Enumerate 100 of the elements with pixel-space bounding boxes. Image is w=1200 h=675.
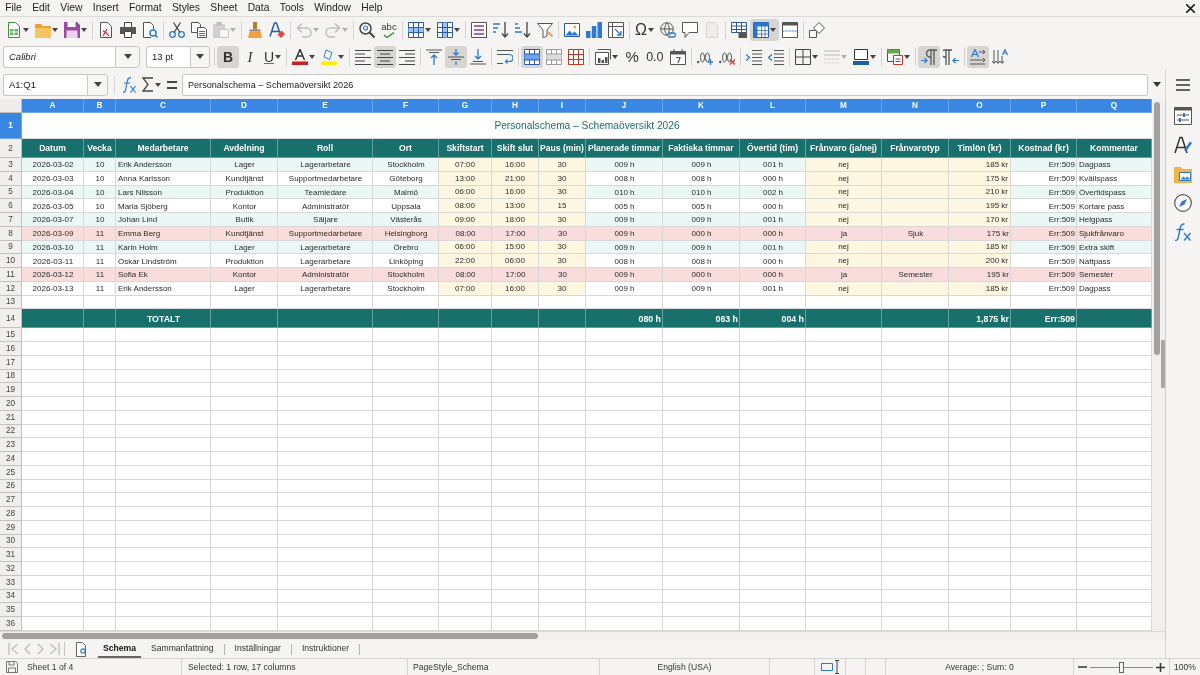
dropdown-button[interactable] [190, 45, 210, 68]
table-cell: nej [806, 199, 882, 213]
freeze-button[interactable] [749, 19, 779, 41]
font-size-field[interactable]: 13 pt [146, 45, 190, 68]
zoom-in-button[interactable] [1156, 661, 1165, 673]
column-header[interactable]: P [1011, 99, 1077, 113]
menu-item[interactable]: Format [123, 0, 167, 16]
add-sheet-button[interactable] [74, 641, 88, 657]
close-icon [1185, 3, 1195, 13]
print-button[interactable] [117, 19, 139, 41]
navigator-button[interactable] [1171, 191, 1195, 215]
column-header[interactable]: L [740, 99, 806, 113]
align-middle-button[interactable] [445, 45, 468, 68]
font-name-field[interactable]: Calibri [3, 45, 115, 68]
vertical-scrollbar[interactable] [1152, 99, 1161, 631]
menu-item[interactable]: Insert [87, 0, 124, 16]
row-header[interactable]: 19 [0, 383, 22, 397]
pivot-table-icon [608, 22, 624, 38]
name-box[interactable]: A1:Q1 [3, 73, 87, 96]
column-header[interactable]: E [278, 99, 373, 113]
save-button[interactable] [61, 19, 90, 41]
column-header[interactable]: D [211, 99, 278, 113]
row-header[interactable]: 15 [0, 328, 22, 342]
row-header[interactable]: 3 [0, 158, 22, 172]
column-header[interactable]: F [373, 99, 439, 113]
floppy-disk-icon [6, 661, 18, 673]
column-header[interactable]: N [882, 99, 949, 113]
spelling-button[interactable]: abc [378, 19, 400, 41]
menu-item[interactable]: Tools [274, 0, 310, 16]
row-header[interactable]: 28 [0, 507, 22, 521]
menu-item[interactable]: File [0, 0, 27, 16]
column-header[interactable]: H [492, 99, 539, 113]
row-header[interactable]: 1 [0, 113, 22, 139]
menu-item[interactable]: Window [309, 0, 357, 16]
cut-button[interactable] [166, 19, 188, 41]
sheet-tab[interactable]: Instruktioner [291, 640, 360, 658]
sheet-tab[interactable]: Sammanfattning [140, 640, 224, 658]
row-header[interactable]: 10 [0, 254, 22, 268]
pdf-document-icon [98, 22, 114, 38]
bold-button[interactable]: B [217, 45, 239, 68]
formula-input[interactable]: Personalschema – Schemaöversikt 2026 [182, 73, 1148, 96]
menu-item[interactable]: Styles [166, 0, 206, 16]
column-button[interactable] [434, 19, 463, 41]
special-character-button[interactable]: Ω [632, 19, 657, 41]
row-header[interactable]: 24 [0, 452, 22, 466]
column-header[interactable]: G [439, 99, 492, 113]
table-cell-text: Butik [234, 214, 255, 227]
row-header[interactable]: 2 [0, 139, 22, 158]
scrollbar-thumb[interactable] [1153, 102, 1160, 355]
column-header[interactable]: B [84, 99, 116, 113]
percent-format-button[interactable]: % [621, 45, 644, 68]
sheet-tab[interactable]: Inställningar [224, 640, 291, 658]
sort-button[interactable] [468, 19, 490, 41]
row-header[interactable]: 16 [0, 342, 22, 356]
dropdown-button[interactable] [87, 73, 108, 96]
row-header[interactable]: 35 [0, 603, 22, 617]
scrollbar-thumb[interactable] [2, 633, 538, 639]
table-cell-text: Stockholm [386, 283, 426, 296]
column-header[interactable]: A [22, 99, 84, 113]
copy-button[interactable] [188, 19, 210, 41]
number-format-button[interactable]: 0.0 [643, 45, 667, 68]
column-header[interactable]: O [949, 99, 1011, 113]
row-header[interactable]: 27 [0, 493, 22, 507]
find-replace-button[interactable] [356, 19, 378, 41]
menu-item[interactable]: Help [356, 0, 388, 16]
insert-chart-button[interactable] [583, 19, 605, 41]
align-center-button[interactable] [374, 45, 397, 68]
menu-item[interactable]: Sheet [205, 0, 243, 16]
row-header[interactable]: 7 [0, 213, 22, 227]
row-header[interactable]: 23 [0, 438, 22, 452]
row-header[interactable]: 14 [0, 309, 22, 329]
column-header[interactable]: C [116, 99, 211, 113]
row-header[interactable]: 36 [0, 617, 22, 631]
merge-center-button[interactable] [521, 45, 544, 68]
row-header[interactable]: 6 [0, 199, 22, 213]
text-left-to-right-button[interactable] [966, 45, 989, 68]
table-cell-text: 001 h [762, 283, 784, 296]
align-left-icon [355, 48, 372, 65]
menu-item[interactable]: Data [242, 0, 275, 16]
column-header[interactable]: Q [1077, 99, 1152, 113]
row-header[interactable]: 11 [0, 268, 22, 282]
column-header[interactable]: K [663, 99, 740, 113]
menu-item[interactable]: View [55, 0, 88, 16]
underline-button[interactable]: U [261, 45, 285, 68]
italic-button[interactable]: I [239, 45, 261, 68]
row-button[interactable] [405, 19, 434, 41]
menu-item[interactable]: Edit [26, 0, 56, 16]
pivot-table-button[interactable] [605, 19, 627, 41]
left-to-right-button[interactable] [917, 45, 940, 68]
column-header[interactable]: J [586, 99, 663, 113]
sidebar-handle[interactable] [1161, 340, 1165, 388]
dropdown-button[interactable] [115, 45, 140, 68]
row-header[interactable]: 32 [0, 562, 22, 576]
row-header[interactable]: 20 [0, 397, 22, 411]
column-header[interactable]: I [539, 99, 586, 113]
column-header[interactable]: M [806, 99, 882, 113]
slider-thumb[interactable] [1119, 661, 1124, 673]
row-header[interactable]: 31 [0, 548, 22, 562]
horizontal-scrollbar[interactable] [0, 631, 1165, 640]
properties-button[interactable] [1171, 104, 1195, 128]
